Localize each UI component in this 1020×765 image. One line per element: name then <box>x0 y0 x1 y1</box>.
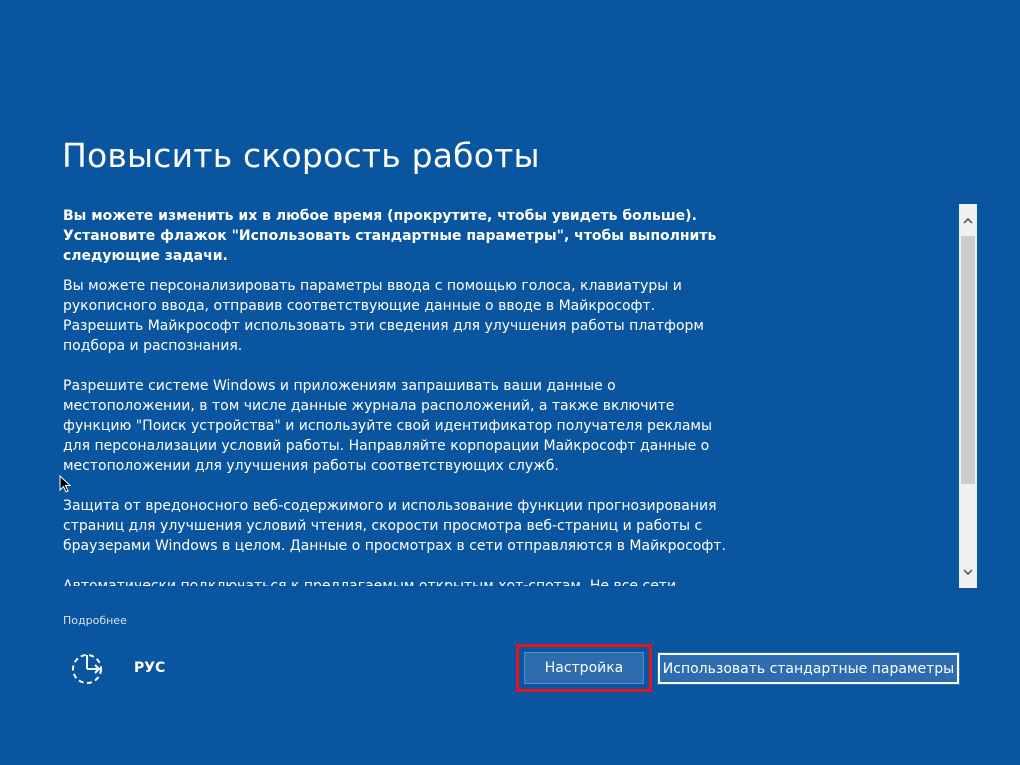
customize-button[interactable]: Настройка <box>524 652 644 684</box>
scroll-down-button[interactable] <box>959 556 977 588</box>
mouse-cursor-icon <box>59 475 71 493</box>
chevron-up-icon <box>963 217 973 224</box>
settings-description: Вы можете изменить их в любое время (про… <box>63 206 731 586</box>
ease-of-access-icon[interactable] <box>70 652 104 686</box>
intro-text: Вы можете изменить их в любое время (про… <box>63 208 717 264</box>
customize-button-highlight[interactable]: Настройка <box>516 644 652 692</box>
scroll-thumb[interactable] <box>961 236 975 484</box>
vertical-scrollbar[interactable] <box>959 204 977 588</box>
page-title: Повысить скорость работы <box>62 136 540 175</box>
use-default-settings-button[interactable]: Использовать стандартные параметры <box>657 652 960 685</box>
paragraph-input-personalization: Вы можете персонализировать параметры вв… <box>63 278 704 354</box>
paragraph-hotspots: Автоматически подключаться к предлагаемы… <box>63 578 677 586</box>
more-info-link[interactable]: Подробнее <box>63 614 127 627</box>
scroll-up-button[interactable] <box>959 204 977 236</box>
paragraph-location: Разрешите системе Windows и приложениям … <box>63 378 713 474</box>
chevron-down-icon <box>963 568 973 575</box>
language-indicator[interactable]: РУС <box>134 660 165 676</box>
paragraph-web-protection: Защита от вредоносного веб-содержимого и… <box>63 498 726 554</box>
scroll-track[interactable] <box>959 236 977 556</box>
